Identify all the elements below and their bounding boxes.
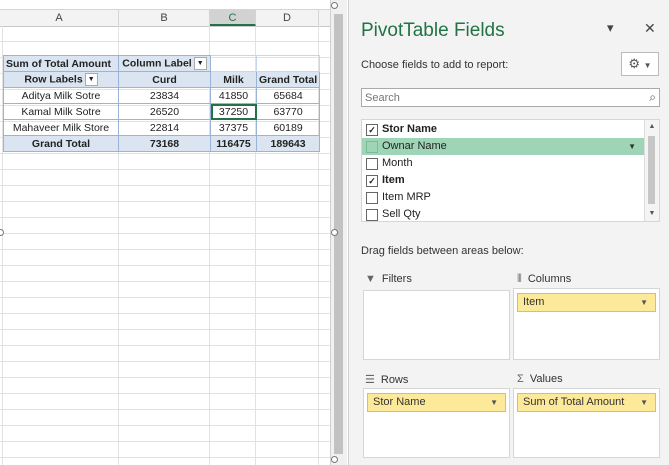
filters-area-header: ▼ Filters: [365, 273, 412, 285]
field-item-item-mrp[interactable]: Item MRP: [362, 189, 646, 206]
column-header-b[interactable]: B: [119, 10, 210, 26]
field-item-month[interactable]: Month: [362, 155, 646, 172]
row-label[interactable]: Aditya Milk Sotre: [3, 87, 119, 104]
rows-icon: ☰: [365, 374, 375, 386]
table-row: Aditya Milk Sotre 23834 41850 65684: [3, 87, 321, 104]
column-headers: A B C D: [0, 9, 330, 27]
active-cell[interactable]: 37250: [210, 103, 257, 120]
column-header-a[interactable]: A: [0, 10, 119, 26]
columns-area-header: ⦀ Columns: [517, 273, 572, 285]
resize-handle[interactable]: [331, 229, 338, 236]
pivot-column-header[interactable]: Grand Total: [255, 71, 321, 88]
table-row: Mahaveer Milk Store 22814 37375 60189: [3, 119, 321, 136]
scroll-thumb[interactable]: [648, 136, 655, 204]
field-item-item[interactable]: ✓ Item: [362, 172, 646, 189]
column-header-d[interactable]: D: [256, 10, 319, 26]
field-item-stor-name[interactable]: ✓ Stor Name: [362, 121, 646, 138]
field-list-scrollbar[interactable]: ▲ ▼: [644, 120, 659, 221]
rows-chip-stor-name[interactable]: Stor Name ▼: [367, 393, 506, 412]
resize-handle[interactable]: [331, 456, 338, 463]
filters-drop-area[interactable]: [363, 290, 510, 360]
filter-dropdown-icon[interactable]: ▼: [193, 57, 207, 70]
data-cell[interactable]: 23834: [118, 87, 211, 104]
filter-dropdown-icon[interactable]: ▼: [84, 73, 98, 86]
values-area-header: Σ Values: [517, 373, 563, 385]
pivot-corner-label[interactable]: Sum of Total Amount: [3, 55, 119, 72]
pivot-column-header[interactable]: Curd: [118, 71, 211, 88]
data-cell[interactable]: 41850: [210, 87, 257, 104]
field-list[interactable]: ✓ Stor Name Ownar Name ▼ Month ✓ Item Item …: [361, 119, 660, 222]
total-cell[interactable]: 189643: [255, 135, 321, 152]
pivot-table[interactable]: Sum of Total Amount Column Label ▼ Row La…: [3, 55, 321, 152]
values-chip-sum-total-amount[interactable]: Sum of Total Amount ▼: [517, 393, 656, 412]
rows-drop-area[interactable]: Stor Name ▼: [363, 388, 510, 458]
data-cell[interactable]: 65684: [255, 87, 321, 104]
chip-dropdown-icon[interactable]: ▼: [490, 394, 498, 411]
row-label[interactable]: Mahaveer Milk Store: [3, 119, 119, 136]
sigma-icon: Σ: [517, 373, 524, 385]
column-labels-cell[interactable]: Column Label ▼: [118, 55, 211, 72]
funnel-icon: ▼: [365, 273, 376, 285]
checkbox[interactable]: [366, 158, 378, 170]
search-field[interactable]: ⌕: [361, 88, 660, 107]
scroll-up-icon[interactable]: ▲: [645, 120, 659, 134]
data-cell[interactable]: 26520: [118, 103, 211, 120]
search-icon[interactable]: ⌕: [649, 90, 656, 105]
total-cell[interactable]: 73168: [118, 135, 211, 152]
drag-fields-label: Drag fields between areas below:: [361, 245, 524, 257]
columns-chip-item[interactable]: Item ▼: [517, 293, 656, 312]
pane-title: PivotTable Fields: [361, 20, 505, 41]
pivot-column-header[interactable]: Milk: [210, 71, 257, 88]
checkbox[interactable]: [366, 209, 378, 221]
field-item-sell-qty[interactable]: Sell Qty: [362, 206, 646, 221]
field-dropdown-icon[interactable]: ▼: [628, 138, 636, 155]
columns-drop-area[interactable]: Item ▼: [513, 288, 660, 360]
worksheet[interactable]: A B C D Sum of Total Amount Column Label…: [0, 0, 330, 465]
checkbox[interactable]: [366, 192, 378, 204]
values-drop-area[interactable]: Sum of Total Amount ▼: [513, 388, 660, 458]
field-item-ownar-name[interactable]: Ownar Name ▼: [362, 138, 646, 155]
chevron-down-icon: ▼: [643, 61, 652, 70]
pane-options-chevron-icon[interactable]: ▾: [607, 20, 614, 36]
checkbox[interactable]: [366, 141, 378, 153]
resize-handle[interactable]: [331, 2, 338, 9]
columns-icon: ⦀: [517, 273, 522, 285]
gear-icon: ⚙: [628, 56, 641, 71]
chip-dropdown-icon[interactable]: ▼: [640, 294, 648, 311]
empty-cell[interactable]: [210, 55, 257, 72]
checkbox-checked[interactable]: ✓: [366, 175, 378, 187]
table-row: Kamal Milk Sotre 26520 37250 63770: [3, 103, 321, 120]
row-labels-cell[interactable]: Row Labels ▼: [3, 71, 119, 88]
close-icon[interactable]: ✕: [644, 20, 656, 37]
row-label[interactable]: Kamal Milk Sotre: [3, 103, 119, 120]
choose-fields-label: Choose fields to add to report:: [361, 59, 509, 71]
pivot-fields-pane: PivotTable Fields ▾ ✕ Choose fields to a…: [348, 0, 669, 465]
column-header-c[interactable]: C: [210, 10, 256, 26]
grand-total-label[interactable]: Grand Total: [3, 135, 119, 152]
scroll-down-icon[interactable]: ▼: [645, 207, 659, 221]
data-cell[interactable]: 22814: [118, 119, 211, 136]
data-cell[interactable]: 63770: [255, 103, 321, 120]
checkbox-checked[interactable]: ✓: [366, 124, 378, 136]
total-cell[interactable]: 116475: [210, 135, 257, 152]
rows-area-header: ☰ Rows: [365, 374, 409, 386]
settings-button[interactable]: ⚙ ▼: [621, 52, 659, 76]
search-input[interactable]: [362, 89, 638, 106]
grand-total-row: Grand Total 73168 116475 189643: [3, 135, 321, 152]
empty-cell[interactable]: [255, 55, 321, 72]
data-cell[interactable]: 37375: [210, 119, 257, 136]
data-cell[interactable]: 60189: [255, 119, 321, 136]
chip-dropdown-icon[interactable]: ▼: [640, 394, 648, 411]
